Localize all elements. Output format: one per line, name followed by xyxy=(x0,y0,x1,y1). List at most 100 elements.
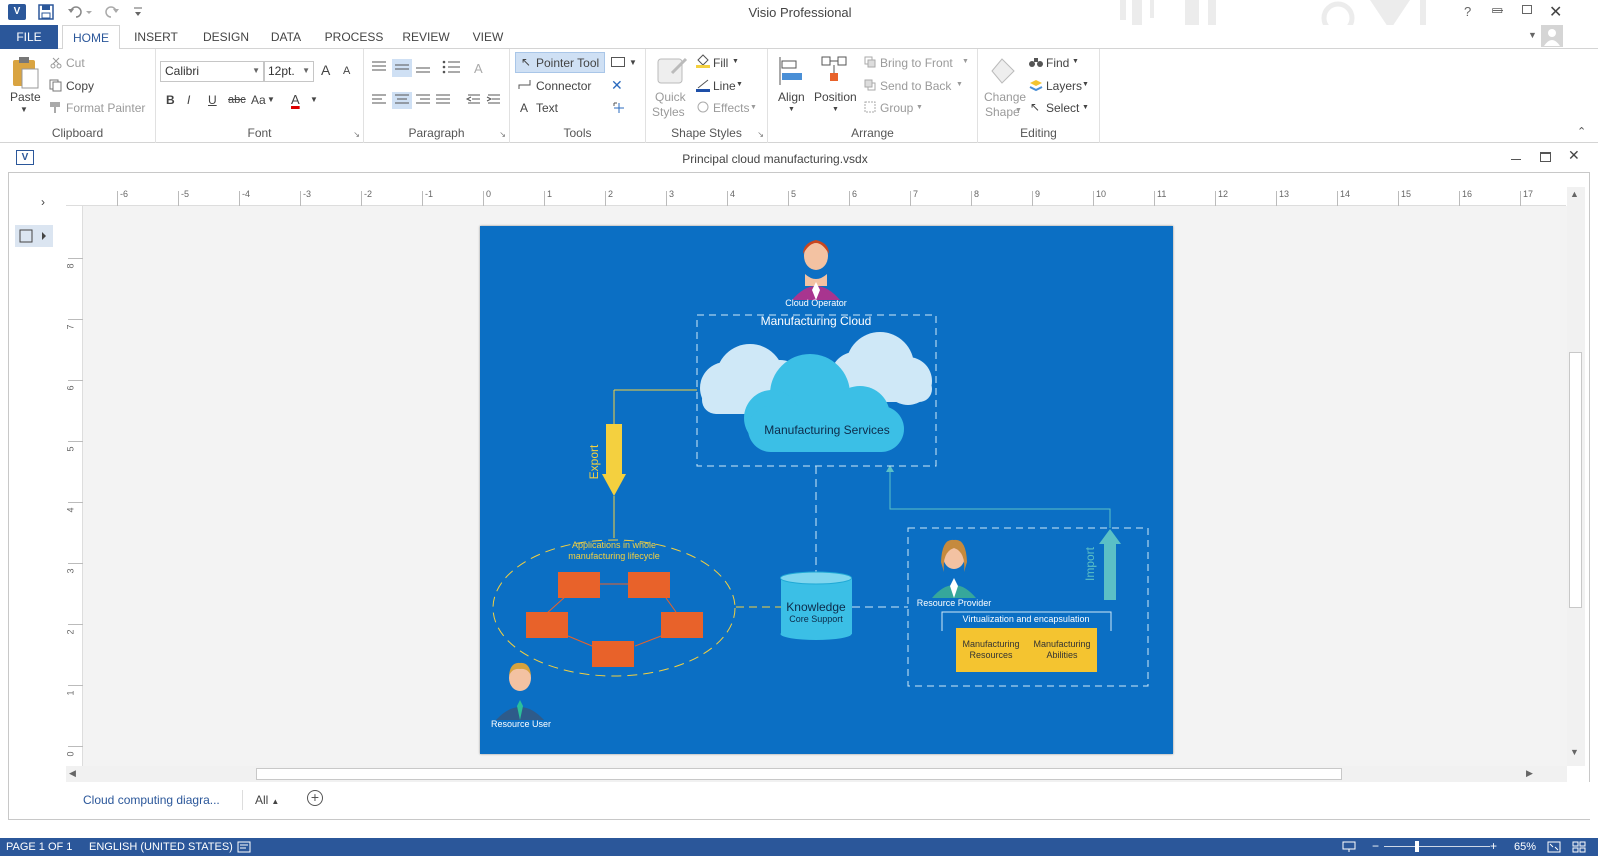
copy-button[interactable]: Copy xyxy=(66,79,94,93)
close-document-icon[interactable]: ✕ xyxy=(1568,147,1580,164)
paste-icon[interactable] xyxy=(10,55,40,89)
tab-home[interactable]: HOME xyxy=(62,25,120,50)
zoom-out-icon[interactable]: − xyxy=(1372,839,1379,853)
font-family-select[interactable]: Calibri ▼ xyxy=(160,61,264,82)
fill-button[interactable]: Fill xyxy=(713,56,728,70)
vertical-scroll-thumb[interactable] xyxy=(1569,352,1582,608)
restore-window-icon[interactable] xyxy=(1522,5,1532,14)
account-dropdown-icon[interactable]: ▼ xyxy=(1528,30,1537,40)
vertical-scrollbar[interactable]: ▲ ▼ xyxy=(1567,187,1585,766)
horizontal-scroll-thumb[interactable] xyxy=(256,768,1342,780)
change-shape-icon[interactable] xyxy=(988,55,1018,87)
font-color-button[interactable]: A xyxy=(291,92,300,107)
expand-shapes-icon[interactable]: › xyxy=(41,195,45,209)
page-tab-cloud-computing[interactable]: Cloud computing diagra... xyxy=(83,793,220,807)
language-status[interactable]: ENGLISH (UNITED STATES) xyxy=(89,841,233,853)
pointer-tool-button[interactable]: ↖ Pointer Tool xyxy=(515,52,605,73)
user-avatar[interactable] xyxy=(1541,25,1563,47)
dialog-launcher-icon[interactable]: ↘ xyxy=(353,130,360,139)
position-icon[interactable] xyxy=(820,55,850,87)
fit-to-window-icon[interactable] xyxy=(1547,841,1561,853)
maximize-document-icon[interactable] xyxy=(1540,152,1551,162)
all-pages-button[interactable]: All ▲ xyxy=(255,793,279,807)
connection-point-icon[interactable] xyxy=(612,101,626,115)
send-to-back-button[interactable]: Send to Back xyxy=(880,79,951,93)
tab-insert[interactable]: INSERT xyxy=(128,25,184,49)
switch-windows-icon[interactable] xyxy=(1572,841,1586,853)
change-shape-label[interactable]: Change xyxy=(984,90,1026,104)
quick-styles-label-2[interactable]: Styles xyxy=(652,105,685,119)
customize-qat-icon[interactable] xyxy=(133,6,143,18)
grow-font-button[interactable]: A xyxy=(321,62,330,78)
scroll-up-icon[interactable]: ▲ xyxy=(1570,189,1579,199)
shrink-font-button[interactable]: A xyxy=(343,65,350,77)
layers-button[interactable]: Layers xyxy=(1046,79,1082,93)
visio-app-icon[interactable]: V xyxy=(8,4,26,20)
rectangle-tool-icon[interactable] xyxy=(611,57,625,67)
format-painter-icon[interactable] xyxy=(49,101,63,114)
format-painter-button[interactable]: Format Painter xyxy=(66,101,145,115)
zoom-slider-track[interactable] xyxy=(1384,846,1490,847)
copy-icon[interactable] xyxy=(49,79,63,92)
knowledge-label: Knowledge xyxy=(786,600,846,614)
ruler-tick xyxy=(178,191,179,206)
tab-design[interactable]: DESIGN xyxy=(196,25,256,49)
cut-button[interactable]: Cut xyxy=(66,56,85,70)
bold-button[interactable]: B xyxy=(166,93,175,107)
font-size-select[interactable]: 12pt. ▼ xyxy=(264,61,314,82)
position-button[interactable]: Position xyxy=(814,90,857,104)
paste-dropdown-icon[interactable]: ▼ xyxy=(20,105,28,114)
align-button[interactable]: Align xyxy=(778,90,805,104)
change-case-button[interactable]: Aa xyxy=(251,93,266,107)
minimize-document-icon[interactable] xyxy=(1511,159,1521,160)
tab-view[interactable]: VIEW xyxy=(466,25,510,49)
redo-icon[interactable] xyxy=(104,4,130,20)
align-icon[interactable] xyxy=(778,55,804,87)
tab-data[interactable]: DATA xyxy=(264,25,308,49)
tab-review[interactable]: REVIEW xyxy=(397,25,455,49)
quick-styles-icon[interactable] xyxy=(656,55,688,89)
group-button[interactable]: Group xyxy=(880,101,913,115)
find-button[interactable]: Find xyxy=(1046,56,1069,70)
underline-button[interactable]: U xyxy=(208,93,217,107)
strikethrough-button[interactable]: abc xyxy=(228,94,246,106)
dialog-launcher-icon[interactable]: ↘ xyxy=(757,130,764,139)
cut-icon[interactable] xyxy=(50,57,62,69)
bring-to-front-button[interactable]: Bring to Front xyxy=(880,56,953,70)
scroll-down-icon[interactable]: ▼ xyxy=(1570,747,1579,757)
horizontal-scrollbar[interactable]: ◀ ▶ xyxy=(66,766,1567,782)
dialog-launcher-icon[interactable]: ↘ xyxy=(499,130,506,139)
quick-styles-label[interactable]: Quick xyxy=(655,90,686,104)
shapes-pane-button[interactable] xyxy=(15,225,53,247)
paste-button[interactable]: Paste xyxy=(10,90,41,104)
diagram-page[interactable]: Cloud Operator Manufacturing Cloud Manuf… xyxy=(480,226,1173,754)
delete-connector-icon[interactable]: ✕ xyxy=(611,77,623,94)
scroll-right-icon[interactable]: ▶ xyxy=(1526,768,1533,779)
add-page-icon[interactable]: + xyxy=(307,790,323,806)
select-button[interactable]: Select xyxy=(1046,101,1079,115)
presentation-mode-icon[interactable] xyxy=(1342,841,1356,853)
drawing-canvas[interactable]: Cloud Operator Manufacturing Cloud Manuf… xyxy=(83,206,1567,766)
text-tool-button[interactable]: Text xyxy=(536,101,558,115)
tab-file[interactable]: FILE xyxy=(0,25,58,49)
vertical-align-icons[interactable]: A xyxy=(370,59,500,77)
close-window-icon[interactable]: ✕ xyxy=(1549,2,1562,22)
zoom-slider-thumb[interactable] xyxy=(1415,841,1419,852)
send-back-icon xyxy=(864,79,876,91)
scroll-left-icon[interactable]: ◀ xyxy=(69,768,76,779)
undo-icon[interactable] xyxy=(67,4,93,20)
page-count-status[interactable]: PAGE 1 OF 1 xyxy=(6,841,72,853)
help-icon[interactable]: ? xyxy=(1464,4,1471,19)
zoom-level[interactable]: 65% xyxy=(1514,841,1536,853)
effects-button[interactable]: Effects xyxy=(713,101,749,115)
italic-button[interactable]: I xyxy=(187,93,190,107)
zoom-in-icon[interactable]: + xyxy=(1490,839,1497,853)
line-button[interactable]: Line xyxy=(713,79,736,93)
connector-tool-button[interactable]: Connector xyxy=(536,79,591,93)
tab-process[interactable]: PROCESS xyxy=(322,25,386,49)
macro-record-icon[interactable] xyxy=(237,841,251,853)
minimize-window-icon[interactable] xyxy=(1493,10,1503,11)
save-icon[interactable] xyxy=(38,4,54,20)
horizontal-align-icons[interactable] xyxy=(370,92,510,110)
collapse-ribbon-icon[interactable]: ⌃ xyxy=(1577,125,1586,138)
